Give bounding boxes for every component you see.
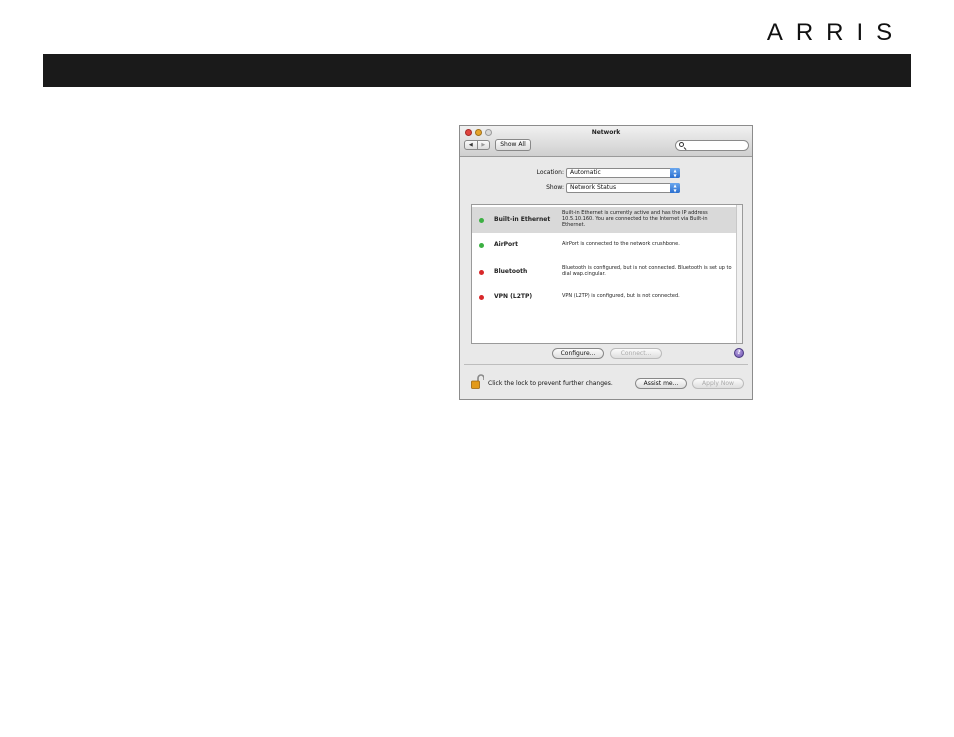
popup-arrows-icon: ▲ ▼ — [670, 168, 680, 178]
window-titlebar: Network ◀ ▶ Show All — [460, 126, 752, 157]
service-name: Bluetooth — [494, 268, 528, 275]
service-name: Built-in Ethernet — [494, 216, 551, 223]
arris-logo-text: ARRIS — [767, 19, 905, 44]
network-services-list: Built-in Ethernet Built-in Ethernet is c… — [471, 204, 743, 344]
list-scrollbar[interactable] — [736, 205, 742, 343]
status-dot-red — [479, 295, 484, 300]
forward-arrow-icon[interactable]: ▶ — [476, 141, 490, 149]
lock-message: Click the lock to prevent further change… — [488, 380, 613, 387]
location-label: Location: — [536, 169, 564, 176]
apply-now-button[interactable]: Apply Now — [692, 378, 744, 389]
popup-arrows-icon: ▲ ▼ — [670, 183, 680, 193]
status-dot-red — [479, 270, 484, 275]
assist-me-button[interactable]: Assist me... — [635, 378, 687, 389]
back-forward-buttons: ◀ ▶ — [464, 140, 490, 150]
show-popup[interactable]: Network Status ▲ ▼ — [566, 183, 680, 193]
service-description: Built-in Ethernet is currently active an… — [562, 210, 708, 228]
status-dot-green — [479, 218, 484, 223]
service-description: Bluetooth is configured, but is not conn… — [562, 265, 732, 277]
search-icon — [679, 142, 684, 147]
service-description: AirPort is connected to the network crus… — [562, 241, 680, 247]
service-row-vpn-l2tp[interactable]: VPN (L2TP) VPN (L2TP) is configured, but… — [472, 285, 736, 311]
configure-button[interactable]: Configure... — [552, 348, 604, 359]
help-button[interactable]: ? — [734, 348, 744, 358]
service-row-airport[interactable]: AirPort AirPort is connected to the netw… — [472, 233, 736, 259]
back-arrow-icon[interactable]: ◀ — [465, 141, 477, 149]
location-value: Automatic — [570, 169, 601, 176]
service-row-bluetooth[interactable]: Bluetooth Bluetooth is configured, but i… — [472, 259, 736, 285]
search-field[interactable] — [675, 140, 749, 151]
padlock-open-icon[interactable] — [471, 374, 484, 389]
window-title: Network — [591, 129, 621, 136]
status-dot-green — [479, 243, 484, 248]
header-banner — [43, 54, 911, 87]
show-value: Network Status — [570, 184, 617, 191]
service-name: AirPort — [494, 241, 519, 248]
network-preferences-window: Network ◀ ▶ Show All Location: Automatic… — [459, 125, 753, 400]
service-name: VPN (L2TP) — [494, 293, 533, 300]
show-label: Show: — [546, 184, 564, 191]
divider — [464, 364, 748, 365]
connect-button[interactable]: Connect... — [610, 348, 662, 359]
service-row-built-in-ethernet[interactable]: Built-in Ethernet Built-in Ethernet is c… — [472, 207, 736, 233]
location-popup[interactable]: Automatic ▲ ▼ — [566, 168, 680, 178]
service-description: VPN (L2TP) is configured, but is not con… — [562, 293, 680, 299]
show-all-button[interactable]: Show All — [495, 139, 531, 151]
arris-logo: ARRIS — [767, 19, 905, 44]
